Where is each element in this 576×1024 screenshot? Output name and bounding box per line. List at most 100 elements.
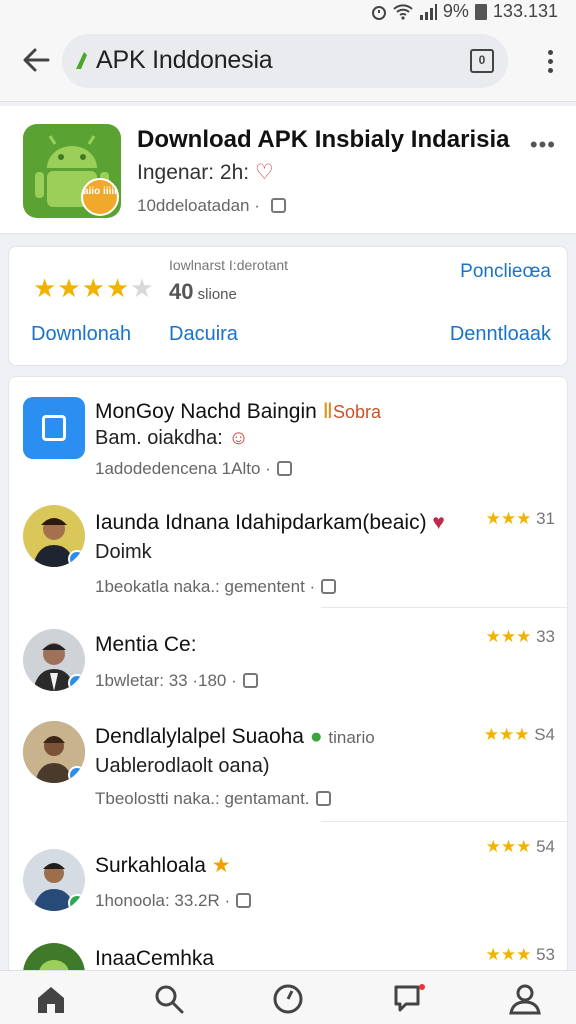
item-tag: Sobra bbox=[332, 402, 382, 422]
item-title-text: Dendlalylalpel Suaoha bbox=[95, 725, 304, 748]
emoji-icon: ☺ bbox=[228, 427, 249, 449]
app-header-card: aiio iiiii Download APK Insbialy Indaris… bbox=[0, 106, 576, 234]
rating-count-number: 40 bbox=[169, 279, 194, 304]
avatar bbox=[23, 721, 85, 783]
app-subtitle-text: Ingenar: 2h: bbox=[137, 161, 250, 184]
mail-icon bbox=[321, 579, 337, 594]
action-secondary[interactable]: Dacuira bbox=[169, 323, 238, 346]
item-meta: 1beokatla naka.: gementent · bbox=[95, 577, 337, 597]
verified-badge-icon bbox=[68, 894, 85, 911]
verified-badge-icon bbox=[68, 766, 85, 783]
site-icon bbox=[76, 52, 87, 69]
item-stars-icon: ★★★ bbox=[485, 837, 532, 856]
item-rating: ★★★ S4 bbox=[484, 725, 555, 745]
rating-link[interactable]: Ponclieœa bbox=[460, 261, 551, 283]
item-rating: ★★★ 33 bbox=[486, 627, 555, 647]
item-rating: ★★★ 54 bbox=[486, 837, 555, 857]
item-tag: tinario bbox=[328, 728, 375, 747]
app-icon[interactable]: aiio iiiii bbox=[23, 124, 121, 218]
heart-icon: ♡ bbox=[254, 161, 274, 184]
clock: 133.131 bbox=[492, 1, 558, 21]
item-score: 33 bbox=[536, 627, 555, 646]
action-tertiary[interactable]: Denntloaak bbox=[450, 323, 551, 346]
heart-icon: ♥ bbox=[432, 511, 445, 534]
item-score: S4 bbox=[534, 725, 555, 744]
item-subtitle-text: Bam. oiakdha: bbox=[95, 427, 223, 449]
item-title: Dendlalylalpel Suaoha ● tinario bbox=[95, 725, 375, 749]
url-text[interactable]: APK Inddonesia bbox=[96, 46, 273, 75]
item-stars-icon: ★★★ bbox=[483, 725, 530, 744]
rating-card: ★★★★★ Iowlnarst I:derotant 40 slione Pon… bbox=[8, 246, 568, 366]
home-icon[interactable] bbox=[34, 983, 68, 1015]
tab-switcher-button[interactable]: 0 bbox=[470, 49, 494, 73]
divider bbox=[321, 607, 567, 608]
chat-icon[interactable] bbox=[392, 983, 426, 1015]
battery-percent: 9% bbox=[442, 1, 469, 21]
item-rating: ★★★ 31 bbox=[486, 509, 555, 529]
item-meta-text: 1adodedencena 1Alto · bbox=[95, 459, 271, 478]
location-pin-icon: ● bbox=[309, 725, 323, 748]
item-meta-text: 1beokatla naka.: gementent · bbox=[95, 577, 316, 596]
item-title: InaaCemhka bbox=[95, 947, 214, 971]
item-subtitle: Bam. oiakdha: ☺ bbox=[95, 427, 249, 450]
compass-icon[interactable] bbox=[271, 983, 305, 1015]
alarm-icon bbox=[371, 5, 386, 20]
star-icon: ★ bbox=[211, 854, 231, 877]
item-score: 53 bbox=[536, 945, 555, 964]
item-title-text: MonGoy Nachd Baingin bbox=[95, 400, 317, 423]
item-rating: ★★★ 53 bbox=[486, 945, 555, 965]
shield-icon bbox=[242, 673, 258, 688]
avatar bbox=[23, 849, 85, 911]
rating-label: Iowlnarst I:derotant bbox=[169, 257, 289, 273]
browser-menu-icon[interactable] bbox=[548, 50, 554, 76]
mail-icon bbox=[315, 791, 331, 806]
browser-toolbar: APK Inddonesia 0 bbox=[0, 22, 576, 102]
item-score: 31 bbox=[536, 509, 555, 528]
item-stars-icon: ★★★ bbox=[485, 627, 532, 646]
app-title: Download APK Insbialy Indarisia bbox=[137, 126, 510, 153]
item-title: MonGoy Nachd Baingin ⅡSobra bbox=[95, 399, 381, 424]
shield-icon bbox=[276, 461, 292, 476]
item-meta-text: 1bwletar: 33 ·180 · bbox=[95, 671, 237, 690]
wifi-icon bbox=[393, 3, 413, 20]
app-thumbnail bbox=[23, 397, 85, 459]
results-list: MonGoy Nachd Baingin ⅡSobra Bam. oiakdha… bbox=[8, 376, 568, 976]
rating-stars: ★★★★★ bbox=[33, 273, 155, 304]
item-meta-text: 1honoola: 33.2R · bbox=[95, 891, 231, 910]
star-icon: ★★★★ bbox=[33, 273, 131, 303]
item-meta-text: Tbeolostti naka.: gentamant. bbox=[95, 789, 310, 808]
item-meta: Tbeolostti naka.: gentamant. bbox=[95, 789, 331, 809]
item-stars-icon: ★★★ bbox=[485, 945, 532, 964]
address-bar[interactable]: APK Inddonesia 0 bbox=[62, 34, 508, 88]
verified-badge-icon bbox=[68, 674, 85, 691]
back-arrow-icon[interactable] bbox=[20, 44, 52, 76]
app-icon-badge: aiio iiiii bbox=[81, 178, 119, 216]
avatar bbox=[23, 629, 85, 691]
item-title: Iaunda Idnana Idahipdarkam(beaic) ♥ bbox=[95, 511, 445, 535]
item-title-text: Iaunda Idnana Idahipdarkam(beaic) bbox=[95, 511, 427, 534]
profile-icon[interactable] bbox=[508, 983, 542, 1015]
more-options-icon[interactable]: ••• bbox=[530, 132, 556, 158]
item-meta: 1honoola: 33.2R · bbox=[95, 891, 252, 911]
rating-count: 40 slione bbox=[169, 279, 237, 305]
action-download[interactable]: Downlonah bbox=[31, 323, 131, 346]
search-icon[interactable] bbox=[152, 983, 186, 1015]
item-score: 54 bbox=[536, 837, 555, 856]
shield-icon bbox=[236, 893, 252, 908]
status-icons: 9% 133.131 bbox=[371, 1, 558, 22]
item-title: Surkahloala ★ bbox=[95, 853, 231, 878]
item-meta: 1bwletar: 33 ·180 · bbox=[95, 671, 258, 691]
item-stars-icon: ★★★ bbox=[485, 509, 532, 528]
signal-icon bbox=[419, 3, 437, 20]
item-title-text: InaaCemhka bbox=[95, 947, 215, 970]
app-subtitle: Ingenar: 2h: ♡ bbox=[137, 160, 274, 185]
battery-icon bbox=[474, 3, 487, 20]
rating-count-suffix: slione bbox=[197, 286, 237, 303]
app-meta: 10ddeloatadan · bbox=[137, 196, 286, 216]
bookmark-icon: Ⅱ bbox=[322, 400, 333, 423]
app-meta-text: 10ddeloatadan · bbox=[137, 196, 260, 215]
item-title: Mentia Ce: bbox=[95, 633, 197, 656]
item-meta: 1adodedencena 1Alto · bbox=[95, 459, 292, 479]
star-empty-icon: ★ bbox=[130, 273, 155, 303]
bottom-navigation bbox=[0, 970, 576, 1024]
